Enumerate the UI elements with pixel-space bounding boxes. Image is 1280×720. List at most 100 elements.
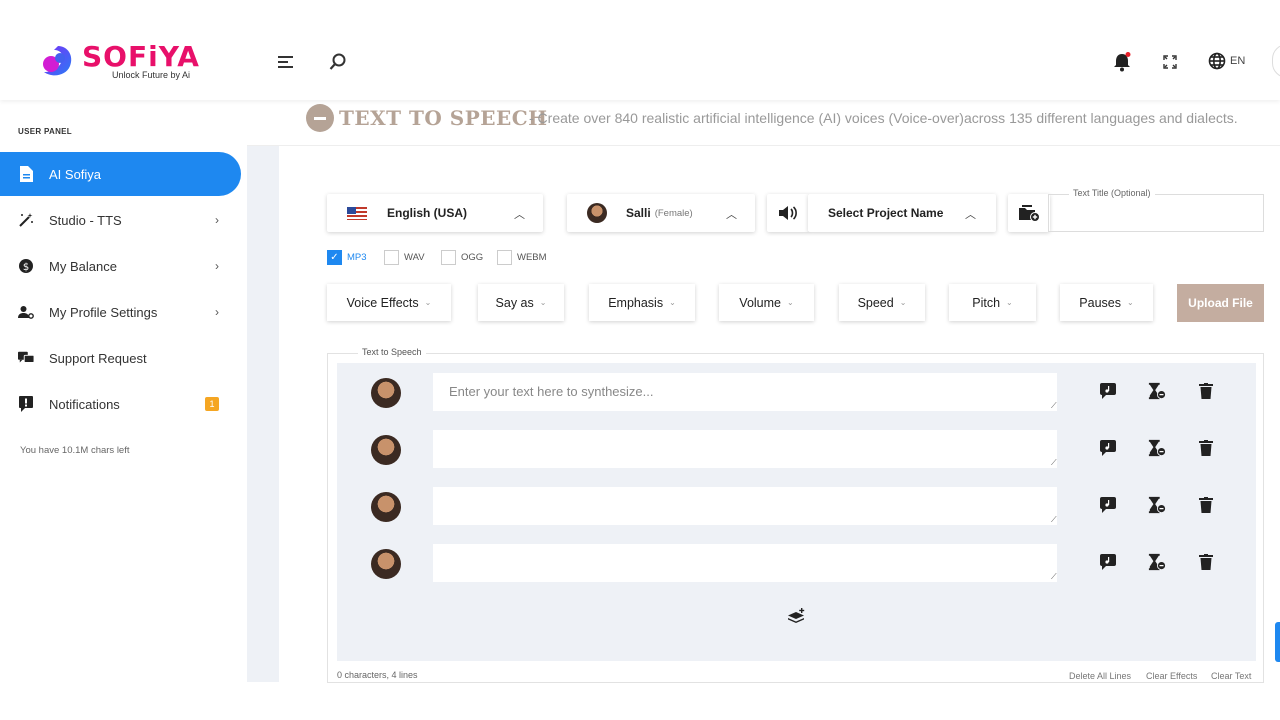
text-title-label: Text Title (Optional): [1069, 188, 1155, 198]
chevron-right-icon: ›: [215, 213, 219, 227]
menu-toggle-icon[interactable]: [276, 52, 296, 72]
collapse-icon[interactable]: [306, 104, 334, 132]
trash-icon[interactable]: [1197, 496, 1215, 514]
language-switcher[interactable]: EN: [1208, 52, 1245, 70]
voice-avatar[interactable]: [371, 492, 401, 522]
new-project-button[interactable]: [1008, 194, 1050, 232]
check-icon: ✓: [327, 250, 342, 265]
sidebar-item-my-balance[interactable]: $ My Balance ›: [0, 244, 241, 288]
text-title-field[interactable]: Text Title (Optional): [1048, 188, 1264, 232]
pauses-dropdown[interactable]: Pauses ⌄: [1060, 284, 1153, 321]
file-icon: [18, 166, 34, 182]
sidebar-item-label: Studio - TTS: [49, 212, 122, 228]
hourglass-add-icon[interactable]: [1148, 553, 1166, 571]
trash-icon[interactable]: [1197, 553, 1215, 571]
top-bar: SOFiYA Unlock Future by Ai EN: [0, 0, 1280, 100]
trash-icon[interactable]: [1197, 382, 1215, 400]
music-message-icon[interactable]: [1099, 496, 1117, 514]
magic-wand-icon: [18, 212, 34, 228]
caret-down-icon: ⌄: [787, 298, 794, 307]
line-text-input[interactable]: [433, 544, 1057, 582]
dropdown-label: Volume: [739, 295, 781, 310]
line-text-input[interactable]: [433, 487, 1057, 525]
sidebar-item-label: Support Request: [49, 350, 147, 366]
line-text-input[interactable]: [433, 430, 1057, 468]
play-voice-button[interactable]: [767, 194, 809, 232]
voice-select[interactable]: Salli (Female) ︿: [567, 194, 755, 232]
caret-down-icon: ⌄: [1006, 298, 1013, 307]
notification-badge: 1: [205, 397, 219, 411]
chat-bubbles-icon: [18, 350, 34, 366]
tts-legend: Text to Speech: [358, 347, 426, 357]
upload-file-button[interactable]: Upload File: [1177, 284, 1264, 322]
clear-effects-link[interactable]: Clear Effects: [1146, 671, 1197, 681]
voice-avatar[interactable]: [371, 435, 401, 465]
music-message-icon[interactable]: [1099, 553, 1117, 571]
emphasis-dropdown[interactable]: Emphasis ⌄: [589, 284, 695, 321]
resize-handle-icon[interactable]: ⟋: [1051, 515, 1057, 525]
sidebar-item-support-request[interactable]: Support Request: [0, 336, 241, 380]
hourglass-add-icon[interactable]: [1148, 439, 1166, 457]
resize-handle-icon[interactable]: ⟋: [1051, 458, 1057, 468]
format-label: MP3: [347, 252, 367, 263]
hourglass-add-icon[interactable]: [1148, 496, 1166, 514]
speed-dropdown[interactable]: Speed ⌄: [839, 284, 925, 321]
chevron-up-icon: ︿: [726, 209, 737, 221]
say-as-dropdown[interactable]: Say as ⌄: [478, 284, 564, 321]
sidebar-item-notifications[interactable]: Notifications 1: [0, 382, 241, 426]
checkbox-box: [441, 250, 456, 265]
chevron-up-icon: ︿: [514, 209, 525, 221]
fullscreen-icon[interactable]: [1160, 52, 1180, 72]
resize-handle-icon[interactable]: ⟋: [1051, 401, 1057, 411]
project-select[interactable]: Select Project Name ︿: [808, 194, 996, 232]
music-message-icon[interactable]: [1099, 382, 1117, 400]
user-avatar-button[interactable]: [1272, 44, 1280, 78]
music-message-icon[interactable]: [1099, 439, 1117, 457]
hourglass-add-icon[interactable]: [1148, 382, 1166, 400]
format-mp3-checkbox[interactable]: ✓ MP3: [327, 250, 367, 265]
trash-icon[interactable]: [1197, 439, 1215, 457]
dropdown-label: Emphasis: [608, 295, 664, 310]
dropdown-label: Voice Effects: [346, 295, 419, 310]
volume-dropdown[interactable]: Volume ⌄: [719, 284, 814, 321]
format-label: OGG: [461, 252, 484, 263]
line-text-input[interactable]: Enter your text here to synthesize...: [433, 373, 1057, 411]
brand-logo[interactable]: SOFiYA Unlock Future by Ai: [38, 42, 208, 82]
dollar-coin-icon: $: [18, 258, 34, 274]
add-line-icon[interactable]: [788, 608, 806, 626]
sidebar-item-ai-sofiya[interactable]: AI Sofiya: [0, 152, 241, 196]
panel-title: USER PANEL: [18, 127, 72, 136]
caret-down-icon: ⌄: [424, 298, 432, 307]
svg-text:$: $: [23, 262, 29, 273]
page-description: - Create over 840 realistic artificial i…: [529, 110, 1238, 126]
voice-gender: (Female): [654, 207, 693, 219]
format-webm-checkbox[interactable]: WEBM: [497, 250, 547, 265]
side-tab[interactable]: [1275, 622, 1280, 662]
voice-effects-dropdown[interactable]: Voice Effects ⌄: [327, 284, 451, 321]
format-label: WAV: [404, 252, 425, 263]
speaker-icon: [779, 206, 797, 220]
tts-line: ⟋: [337, 429, 1256, 469]
sidebar-item-my-profile-settings[interactable]: My Profile Settings ›: [0, 290, 241, 334]
search-icon[interactable]: [328, 52, 348, 72]
language-select[interactable]: English (USA) ︿: [327, 194, 543, 232]
voice-avatar[interactable]: [371, 378, 401, 408]
dropdown-label: Pauses: [1079, 295, 1121, 310]
pitch-dropdown[interactable]: Pitch ⌄: [949, 284, 1036, 321]
voice-avatar: [587, 203, 607, 223]
bell-icon[interactable]: [1112, 52, 1132, 72]
resize-handle-icon[interactable]: ⟋: [1051, 572, 1057, 582]
format-ogg-checkbox[interactable]: OGG: [441, 250, 483, 265]
clear-text-link[interactable]: Clear Text: [1211, 671, 1251, 681]
voice-name: Salli: [626, 206, 651, 220]
brand-name: SOFiYA: [82, 40, 200, 73]
tts-line: Enter your text here to synthesize... ⟋: [337, 372, 1256, 412]
voice-avatar[interactable]: [371, 549, 401, 579]
language-value: English (USA): [387, 206, 467, 220]
delete-all-lines-link[interactable]: Delete All Lines: [1069, 671, 1131, 681]
sidebar-item-studio-tts[interactable]: Studio - TTS ›: [0, 198, 241, 242]
user-gear-icon: [18, 304, 34, 320]
dropdown-label: Say as: [495, 295, 534, 310]
format-wav-checkbox[interactable]: WAV: [384, 250, 425, 265]
sidebar-item-label: My Balance: [49, 258, 117, 274]
